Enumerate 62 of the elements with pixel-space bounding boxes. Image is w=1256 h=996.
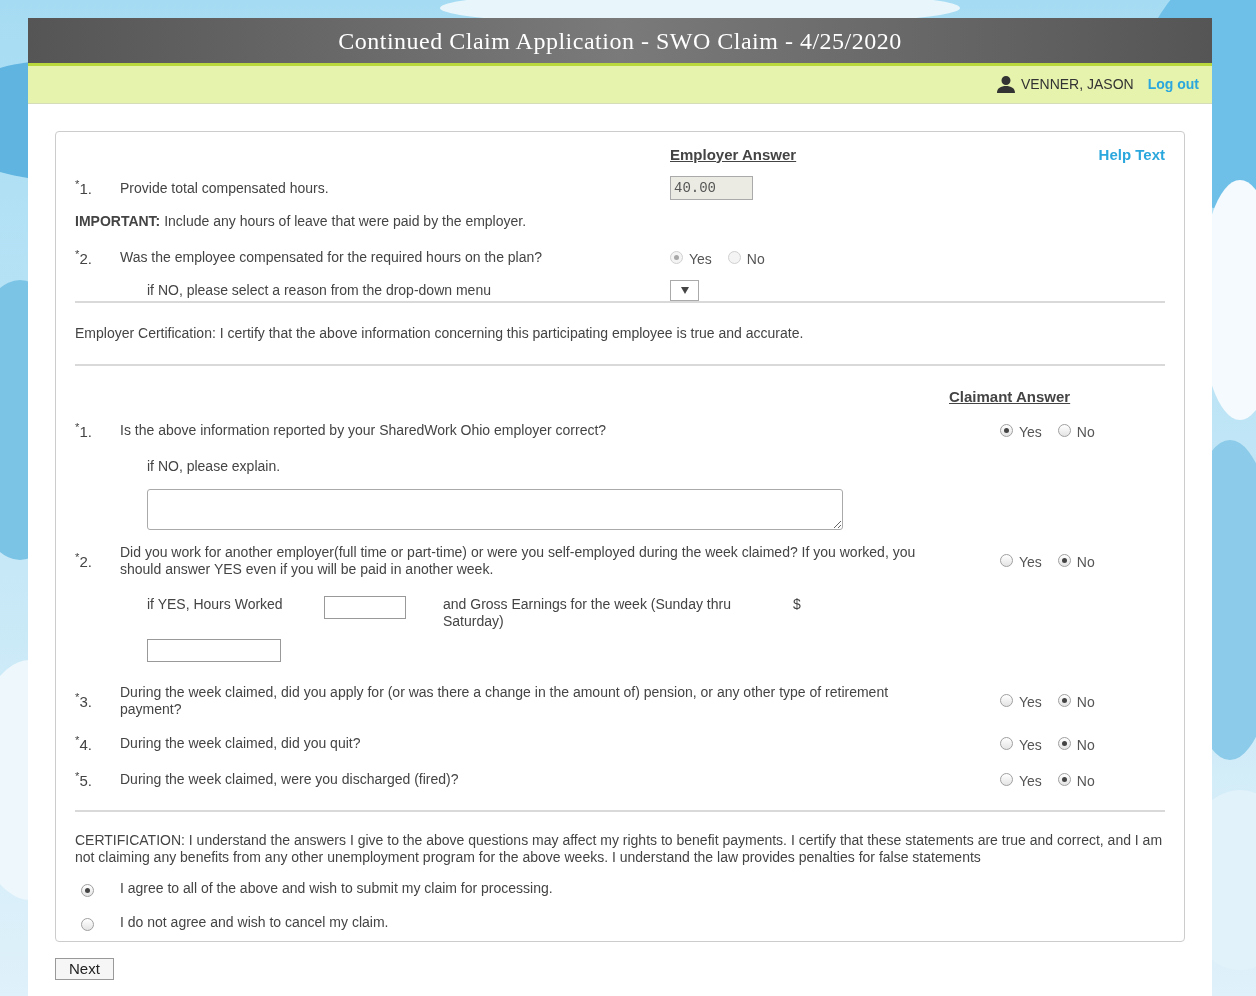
- radio-button[interactable]: [1057, 773, 1071, 786]
- question-number: $^{*}$1.: [75, 178, 93, 199]
- field-label: and Gross Earnings for the week (Sunday thru Saturday): [443, 595, 732, 630]
- question-text: Provide total compensated hours.: [120, 178, 330, 198]
- radio-button[interactable]: [81, 883, 94, 897]
- radio-button[interactable]: [1057, 424, 1071, 437]
- radio-button[interactable]: [1000, 737, 1013, 750]
- option-label: No: [1076, 693, 1095, 711]
- question-text: During the week claimed, did you quit?: [120, 735, 362, 752]
- next-button[interactable]: Next: [55, 957, 114, 980]
- gross-earnings-field[interactable]: [147, 638, 281, 662]
- question-number: $^{*}$2.: [75, 553, 93, 570]
- option-label: Yes: [1019, 736, 1042, 754]
- logout-link[interactable]: Log out: [1147, 74, 1199, 95]
- explanation-field[interactable]: [147, 488, 843, 530]
- option-label: No: [1076, 423, 1095, 441]
- option-label: I agree to all of the above and wish to submit my claim for processing.: [120, 878, 553, 898]
- sub-question: if NO, please select a reason from the drop-down menu: [146, 281, 492, 300]
- question-text: Is the above information reported by your SharedWork Ohio employer correct?: [120, 422, 608, 439]
- question-number: $^{*}$1.: [75, 423, 93, 440]
- question-text: During the week claimed, were you discharged (fired)?: [120, 771, 460, 788]
- radio-button[interactable]: [1000, 694, 1013, 707]
- question-text: Did you work for another employer(full time or part-time) or were you self-employed during the week claimed? If you worked, you should answer YES even if you will be paid in another week.: [120, 543, 917, 578]
- option-label: Yes: [1019, 772, 1042, 790]
- option-label: I do not agree and wish to cancel my claim.: [120, 912, 389, 932]
- sub-question: if NO, please explain.: [146, 456, 282, 476]
- certification-text: Employer Certification: I certify that the above information concerning this participating employee is true and accurate.: [75, 324, 805, 343]
- option-label: Yes: [1019, 693, 1042, 711]
- radio-button[interactable]: [1057, 554, 1071, 567]
- option-label: No: [1076, 772, 1095, 790]
- column-heading: Employer Answer: [670, 144, 797, 165]
- currency-symbol: $: [793, 595, 801, 613]
- column-heading: Claimant Answer: [949, 388, 1071, 405]
- option-label: No: [746, 249, 765, 269]
- option-label: No: [1076, 736, 1095, 754]
- important-note: IMPORTANT: Include any hours of leave that were paid by the employer.: [75, 211, 528, 231]
- user-icon: [996, 76, 1015, 93]
- option-label: Yes: [1019, 553, 1042, 571]
- question-number: $^{*}$3.: [75, 693, 93, 710]
- certification-text: CERTIFICATION: I understand the answers I give to the above questions may affect my rights to benefit payments. I certify that these statements are true and correct, and I am not claiming any benefits from any other unemployment program for the above weeks. I understand the law provides penalties for false statements: [75, 831, 1164, 866]
- option-label: Yes: [1019, 423, 1042, 441]
- hours-worked-field[interactable]: [324, 595, 406, 619]
- caret-icon: [680, 287, 689, 294]
- page-title: Continued Claim Application - SWO Claim - 4/25/2020: [338, 26, 902, 56]
- question-number: $^{*}$5.: [75, 772, 93, 789]
- radio-button[interactable]: [1000, 773, 1013, 786]
- radio-button[interactable]: [81, 917, 94, 931]
- hours-field: 40.00: [670, 176, 753, 201]
- option-label: No: [1076, 553, 1095, 571]
- option-label: Yes: [689, 249, 712, 269]
- radio-button[interactable]: [1000, 554, 1013, 567]
- field-label: if YES, Hours Worked: [147, 595, 284, 613]
- user-name: VENNER, JASON: [1020, 75, 1134, 94]
- help-link[interactable]: Help Text: [1098, 143, 1165, 166]
- radio-button[interactable]: [1000, 424, 1013, 437]
- question-number: $^{*}$4.: [75, 736, 93, 753]
- radio-button[interactable]: [1057, 694, 1071, 707]
- reason-dropdown[interactable]: [670, 280, 699, 301]
- question-text: During the week claimed, did you apply for (or was there a change in the amount of) pension, or any other type of retirement payment?: [120, 683, 890, 718]
- question-text: Was the employee compensated for the required hours on the plan?: [120, 248, 544, 268]
- radio-button[interactable]: [1057, 737, 1071, 750]
- question-number: $^{*}$2.: [75, 247, 93, 269]
